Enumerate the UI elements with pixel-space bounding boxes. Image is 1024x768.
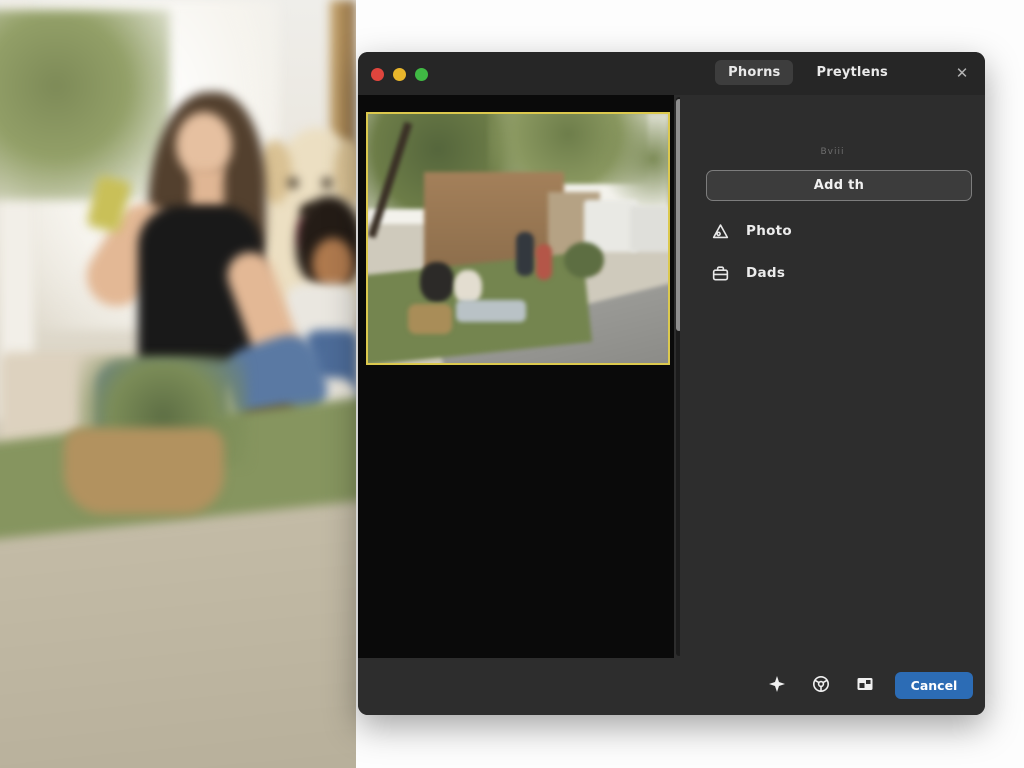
image-icon[interactable] xyxy=(855,674,875,694)
window-controls xyxy=(371,68,428,81)
tab-bar: Phorns Preytlens xyxy=(715,60,901,85)
thumb-basket xyxy=(408,304,452,334)
panel-hint-text: Bviii xyxy=(680,147,985,157)
gravel-path xyxy=(0,498,356,768)
list-item-label: Photo xyxy=(746,223,792,239)
thumb-picnic-blanket xyxy=(456,300,526,322)
woman-neck xyxy=(190,168,224,208)
dialog-header: Phorns Preytlens ✕ xyxy=(358,52,985,95)
thumb-person xyxy=(420,262,454,302)
selected-photo-thumbnail[interactable] xyxy=(366,112,670,365)
zoom-window-button[interactable] xyxy=(415,68,428,81)
thumb-van xyxy=(630,206,670,252)
photo-triangle-icon xyxy=(710,221,730,241)
thumb-shrub xyxy=(564,242,604,278)
dog-eye xyxy=(288,178,298,188)
tab-photos[interactable]: Phorns xyxy=(715,60,793,85)
thumb-person xyxy=(454,270,482,304)
list-item-photo[interactable]: Photo xyxy=(710,221,792,241)
thumb-person xyxy=(516,232,534,276)
sparkle-icon[interactable] xyxy=(767,674,787,694)
close-window-button[interactable] xyxy=(371,68,384,81)
briefcase-icon xyxy=(710,263,730,283)
photos-picker-dialog: Phorns Preytlens ✕ xyxy=(358,52,985,715)
dog-ear xyxy=(334,140,356,204)
tab-projects[interactable]: Preytlens xyxy=(803,60,901,85)
globe-icon[interactable] xyxy=(811,674,831,694)
minimize-window-button[interactable] xyxy=(393,68,406,81)
add-button[interactable]: Add th xyxy=(706,170,972,201)
thumb-tree-canopy xyxy=(598,112,670,214)
cancel-button[interactable]: Cancel xyxy=(895,672,973,699)
background-photo xyxy=(0,0,356,768)
dialog-footer: Cancel xyxy=(358,658,985,715)
list-item-dads[interactable]: Dads xyxy=(710,263,785,283)
thumb-person xyxy=(536,244,552,280)
hanging-plant xyxy=(0,10,170,200)
media-grid-panel xyxy=(358,95,674,658)
close-icon[interactable]: ✕ xyxy=(951,62,973,84)
footer-icons xyxy=(767,674,875,694)
screen: Phorns Preytlens ✕ xyxy=(0,0,1024,768)
list-item-label: Dads xyxy=(746,265,785,281)
side-panel: Bviii Add th Photo xyxy=(680,95,985,658)
dog-eye xyxy=(322,178,332,188)
child-face xyxy=(312,238,354,290)
woven-basket xyxy=(64,428,224,514)
